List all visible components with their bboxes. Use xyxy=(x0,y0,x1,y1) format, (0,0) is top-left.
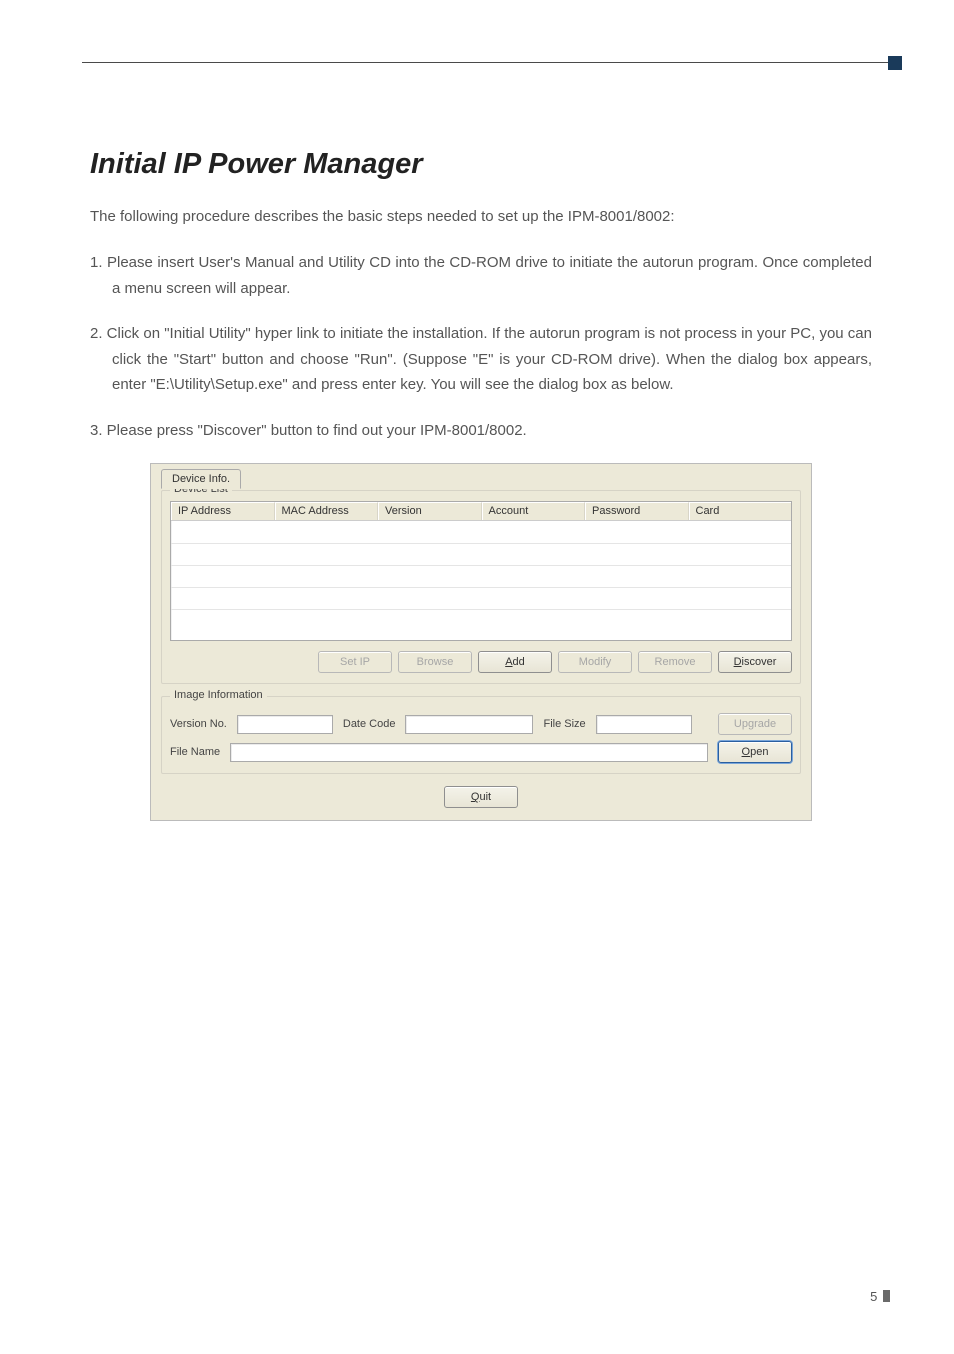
browse-button: Browse xyxy=(398,651,472,673)
step-2: 2. Click on "Initial Utility" hyper link… xyxy=(90,321,872,398)
column-card[interactable]: Card xyxy=(689,502,792,520)
listview-body xyxy=(171,521,791,639)
column-mac-address[interactable]: MAC Address xyxy=(275,502,379,520)
page-number: 5 xyxy=(870,1289,877,1304)
upgrade-button: Upgrade xyxy=(718,713,792,735)
date-code-field[interactable] xyxy=(405,715,533,734)
open-button[interactable]: Open xyxy=(718,741,792,763)
step-3: 3. Please press "Discover" button to fin… xyxy=(90,418,872,444)
footer-mark-icon xyxy=(883,1290,890,1302)
group-image-information-title: Image Information xyxy=(170,689,267,701)
add-button[interactable]: Add xyxy=(478,651,552,673)
remove-button: Remove xyxy=(638,651,712,673)
file-name-field[interactable] xyxy=(230,743,708,762)
setip-button: Set IP xyxy=(318,651,392,673)
header-divider xyxy=(82,62,892,63)
column-account[interactable]: Account xyxy=(482,502,586,520)
column-version[interactable]: Version xyxy=(378,502,482,520)
column-ip-address[interactable]: IP Address xyxy=(171,502,275,520)
page-footer: 5 xyxy=(870,1289,890,1304)
version-no-label: Version No. xyxy=(170,718,227,730)
modify-button: Modify xyxy=(558,651,632,673)
file-size-label: File Size xyxy=(543,718,585,730)
column-password[interactable]: Password xyxy=(585,502,689,520)
group-image-information: Image Information Version No. Date Code … xyxy=(161,696,801,774)
header-square-marker xyxy=(888,56,902,70)
file-size-field[interactable] xyxy=(596,715,692,734)
intro-paragraph: The following procedure describes the ba… xyxy=(90,205,872,228)
device-listview[interactable]: IP Address MAC Address Version Account P… xyxy=(170,501,792,641)
date-code-label: Date Code xyxy=(343,718,396,730)
step-1: 1. Please insert User's Manual and Utili… xyxy=(90,250,872,301)
listview-header: IP Address MAC Address Version Account P… xyxy=(171,502,791,521)
page-title: Initial IP Power Manager xyxy=(90,148,872,181)
group-device-list: Device List IP Address MAC Address Versi… xyxy=(161,490,801,684)
discover-button[interactable]: Discover xyxy=(718,651,792,673)
version-no-field[interactable] xyxy=(237,715,333,734)
dialog-screenshot: Device Info. Device List IP Address MAC … xyxy=(150,463,812,821)
tab-device-info[interactable]: Device Info. xyxy=(161,469,241,489)
file-name-label: File Name xyxy=(170,746,220,758)
quit-button[interactable]: Quit xyxy=(444,786,518,808)
